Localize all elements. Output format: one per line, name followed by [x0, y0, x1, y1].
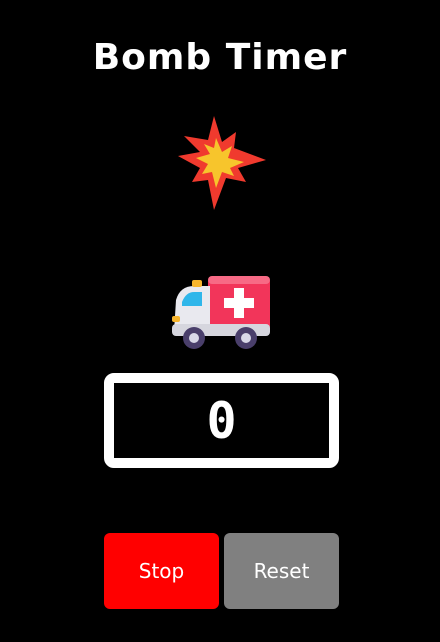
reset-button[interactable]: Reset — [224, 533, 339, 609]
page-title: Bomb Timer — [92, 37, 348, 78]
explosion-icon — [174, 112, 272, 212]
timer-value: 0 — [206, 391, 237, 450]
timer-display: 0 — [104, 373, 339, 468]
stop-button[interactable]: Stop — [104, 533, 219, 609]
ambulance-icon — [168, 272, 272, 354]
